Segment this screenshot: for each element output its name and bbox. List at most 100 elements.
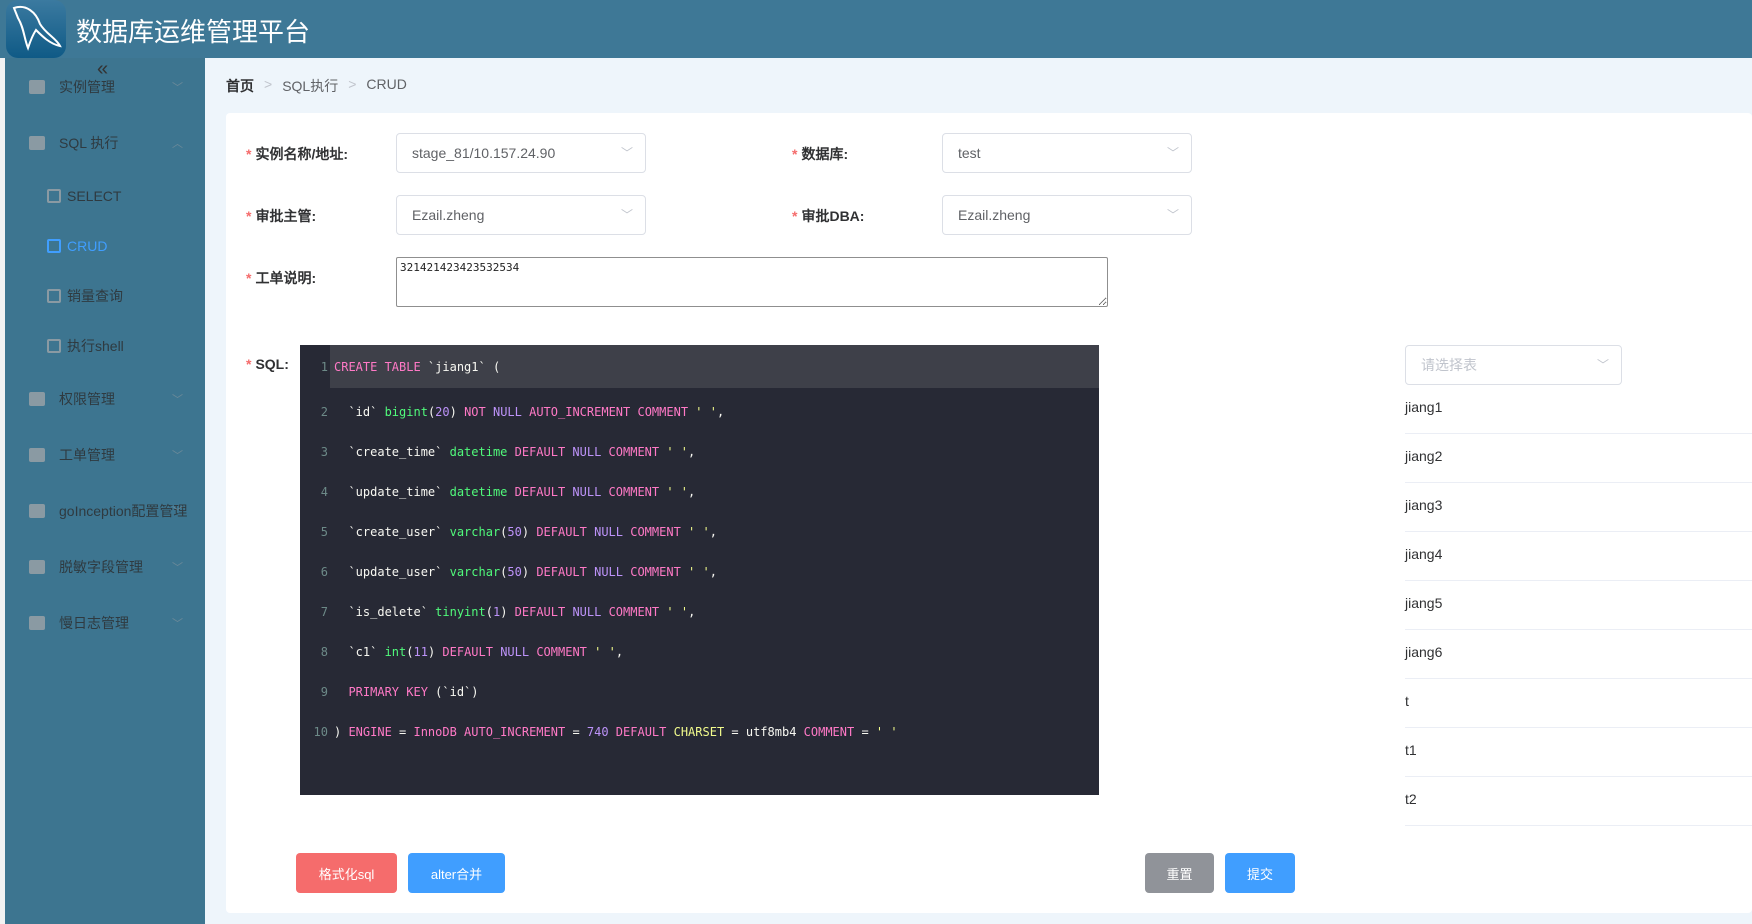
code-token: DEFAULT: [536, 525, 595, 539]
sidebar-item-label: 销量查询: [67, 288, 123, 304]
sidebar-item-9[interactable]: 脱敏字段管理 ﹀: [5, 547, 205, 587]
table-list-item[interactable]: jiang2: [1405, 434, 1752, 483]
sidebar-item-8[interactable]: goInception配置管理 ﹀: [5, 491, 205, 531]
breadcrumb-crud: CRUD: [366, 76, 407, 92]
code-line: 7 `is_delete` tinyint(1) DEFAULT NULL CO…: [300, 592, 1099, 632]
code-token: bigint: [384, 405, 428, 419]
line-number: 1: [320, 360, 328, 374]
table-list-item[interactable]: jiang3: [1405, 483, 1752, 532]
breadcrumb-sql[interactable]: SQL执行: [282, 76, 338, 96]
briefcase-icon: [29, 504, 45, 518]
code-token: NULL: [594, 525, 631, 539]
line-number: 4: [320, 485, 328, 499]
code-token: varchar: [449, 565, 501, 579]
sidebar-item-4[interactable]: 销量查询: [5, 276, 205, 316]
sidebar-item-label: goInception配置管理: [59, 503, 188, 519]
desc-textarea[interactable]: 321421423423532534: [396, 257, 1108, 307]
code-token: ): [449, 405, 465, 419]
table-select[interactable]: 请选择表 ﹀: [1405, 345, 1622, 385]
code-token: ): [521, 565, 537, 579]
sidebar-item-10[interactable]: 慢日志管理 ﹀: [5, 603, 205, 643]
table-list-item[interactable]: t1: [1405, 728, 1752, 777]
dba-select[interactable]: Ezail.zheng ﹀: [942, 195, 1192, 235]
format-sql-button[interactable]: 格式化sql: [296, 853, 397, 893]
code-line: 6 `update_user` varchar(50) DEFAULT NULL…: [300, 552, 1099, 592]
code-token: tinyint: [435, 605, 486, 619]
code-token: ): [427, 645, 443, 659]
database-label: * 数据库:: [792, 146, 849, 162]
desc-label: * 工单说明:: [246, 270, 317, 286]
table-list-item[interactable]: jiang1: [1405, 385, 1752, 434]
code-token: CREATE TABLE: [334, 360, 421, 374]
sidebar-item-2[interactable]: SELECT: [5, 176, 205, 216]
sidebar-item-label: 执行shell: [67, 338, 124, 354]
instance-select[interactable]: stage_81/10.157.24.90 ﹀: [396, 133, 646, 173]
breadcrumb: 首页 > SQL执行 > CRUD: [226, 76, 407, 96]
sidebar: « 实例管理 ﹀ SQL 执行 ︿ SELECT CRUD 销量查询 执行shell 权限管理 ﹀…: [5, 58, 205, 924]
code-token: ,: [688, 485, 696, 499]
code-line: 4 `update_time` datetime DEFAULT NULL CO…: [300, 472, 1099, 512]
sidebar-item-label: 工单管理: [59, 447, 115, 463]
code-token: COMMENT: [630, 525, 689, 539]
code-token: =: [399, 725, 414, 739]
code-token: (`id`): [435, 685, 479, 699]
sidebar-item-1[interactable]: SQL 执行 ︿: [5, 123, 205, 163]
code-token: `update_time`: [334, 485, 450, 499]
dolphin-logo-icon: [12, 6, 62, 51]
alter-merge-button[interactable]: alter合并: [408, 853, 505, 893]
reset-button[interactable]: 重置: [1145, 853, 1214, 893]
code-token: datetime: [449, 485, 515, 499]
table-list-item[interactable]: t2: [1405, 777, 1752, 826]
code-token: `update_user`: [334, 565, 450, 579]
code-token: DEFAULT: [615, 725, 674, 739]
table-list-item[interactable]: jiang6: [1405, 630, 1752, 679]
sidebar-item-7[interactable]: 工单管理 ﹀: [5, 435, 205, 475]
code-token: datetime: [449, 445, 515, 459]
sql-label: * SQL:: [246, 356, 289, 372]
code-token: ,: [688, 605, 696, 619]
code-token: DEFAULT: [536, 565, 595, 579]
sidebar-item-3[interactable]: CRUD: [5, 226, 205, 266]
code-token: ,: [709, 525, 717, 539]
sidebar-item-label: 实例管理: [59, 79, 115, 95]
table-list-item[interactable]: jiang4: [1405, 532, 1752, 581]
table-list-item[interactable]: t: [1405, 679, 1752, 728]
breadcrumb-home[interactable]: 首页: [226, 76, 254, 96]
line-number: 3: [320, 445, 328, 459]
code-token: (: [406, 645, 414, 659]
sidebar-item-6[interactable]: 权限管理 ﹀: [5, 379, 205, 419]
code-token: ' ': [875, 725, 898, 739]
clipboard-icon: [29, 448, 45, 462]
chevron-icon: ﹀: [172, 506, 183, 518]
doc-play-icon: [47, 239, 61, 253]
submit-button[interactable]: 提交: [1225, 853, 1295, 893]
code-token: ' ': [688, 565, 710, 579]
code-token: NULL: [594, 565, 631, 579]
line-number: 9: [320, 685, 328, 699]
chevron-icon: ﹀: [172, 618, 183, 630]
code-token: NULL: [500, 645, 537, 659]
code-token: ,: [709, 565, 717, 579]
logo: [6, 0, 66, 58]
briefcase-icon: [29, 80, 45, 94]
manager-select[interactable]: Ezail.zheng ﹀: [396, 195, 646, 235]
sidebar-item-label: SELECT: [67, 188, 122, 204]
code-token: CHARSET: [673, 725, 732, 739]
code-token: COMMENT: [608, 605, 667, 619]
table-list-item[interactable]: jiang5: [1405, 581, 1752, 630]
code-token: NULL: [572, 445, 609, 459]
sidebar-item-0[interactable]: 实例管理 ﹀: [5, 67, 205, 107]
code-token: 11: [413, 645, 428, 659]
code-token: ' ': [594, 645, 616, 659]
code-token: ' ': [695, 405, 717, 419]
database-select[interactable]: test ﹀: [942, 133, 1192, 173]
code-token: `c1`: [334, 645, 385, 659]
code-token: COMMENT: [608, 445, 667, 459]
chevron-right-icon: >: [348, 76, 357, 92]
code-token: =: [861, 725, 876, 739]
line-number: 8: [320, 645, 328, 659]
code-token: (: [485, 605, 493, 619]
sql-editor[interactable]: 1 CREATE TABLE `jiang1` (2 `id` bigint(20…: [300, 345, 1099, 795]
sidebar-item-5[interactable]: 执行shell: [5, 326, 205, 366]
app-header: 数据库运维管理平台: [0, 0, 1752, 58]
